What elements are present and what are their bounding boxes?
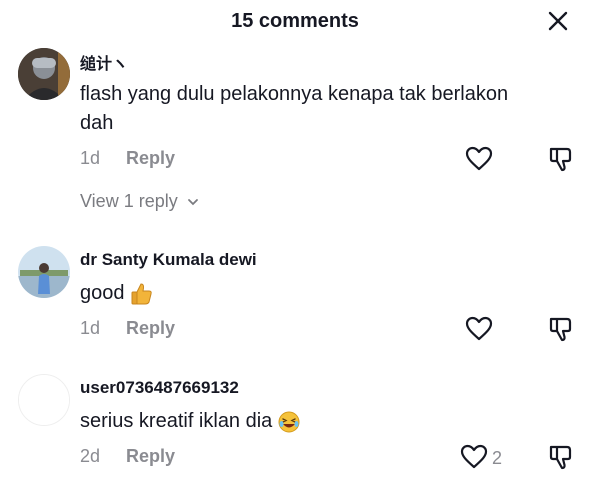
avatar-image — [18, 246, 70, 298]
comment-meta: 1d Reply — [80, 148, 175, 169]
view-replies-label: View 1 reply — [80, 191, 178, 211]
avatar[interactable] — [18, 48, 70, 100]
reply-button[interactable]: Reply — [126, 446, 175, 466]
reply-button[interactable]: Reply — [126, 148, 175, 168]
heart-icon[interactable] — [465, 316, 493, 342]
comment-username[interactable]: dr Santy Kumala dewi — [80, 250, 257, 270]
comment-time: 2d — [80, 446, 101, 466]
comment-item: 缒计ヽ flash yang dulu pelakonnya kenapa ta… — [0, 0, 590, 230]
comment-meta: 2d Reply — [80, 446, 175, 467]
comment-meta: 1d Reply — [80, 318, 175, 339]
reply-button[interactable]: Reply — [126, 318, 175, 338]
comment-time: 1d — [80, 318, 101, 338]
avatar-image — [19, 375, 69, 425]
comment-text: good — [80, 278, 560, 308]
heart-icon[interactable] — [465, 146, 493, 172]
comment-text: dah — [80, 112, 114, 134]
laughing-face-icon — [278, 411, 300, 433]
comment-text-content: good — [80, 282, 125, 304]
chevron-down-icon — [187, 199, 198, 206]
comment-item: dr Santy Kumala dewi good 1d Reply — [0, 230, 590, 360]
thumbs-up-icon — [131, 283, 152, 305]
comment-username[interactable]: 缒计ヽ — [80, 50, 128, 74]
heart-icon[interactable] — [460, 444, 488, 470]
comment-time: 1d — [80, 148, 101, 168]
dislike-icon[interactable] — [548, 316, 574, 342]
comment-text: serius kreatif iklan dia — [80, 406, 560, 436]
comment-item: user0736487669132 serius kreatif iklan d… — [0, 360, 590, 494]
dislike-icon[interactable] — [548, 444, 574, 470]
avatar-image — [18, 48, 70, 100]
avatar[interactable] — [18, 246, 70, 298]
comment-text: flash yang dulu pelakonnya kenapa tak be… — [80, 83, 509, 105]
dislike-icon[interactable] — [548, 146, 574, 172]
comment-text-content: serius kreatif iklan dia — [80, 410, 273, 432]
view-replies-button[interactable]: View 1 reply — [80, 191, 199, 212]
like-count: 2 — [492, 448, 503, 468]
avatar[interactable] — [18, 374, 70, 426]
comment-username[interactable]: user0736487669132 — [80, 378, 239, 398]
